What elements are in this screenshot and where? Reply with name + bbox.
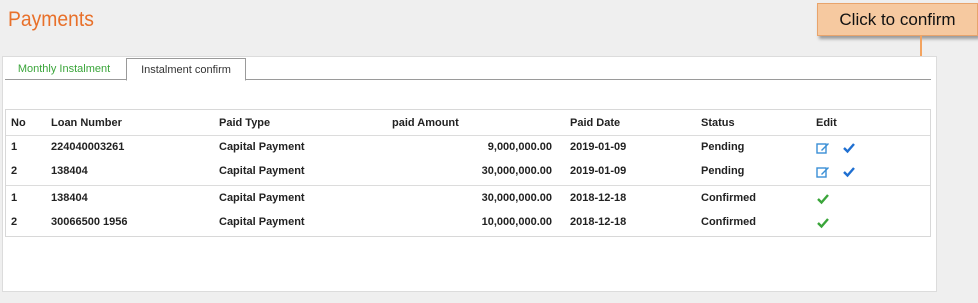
table-row: 1 224040003261 Capital Payment 9,000,000…	[6, 136, 930, 160]
edit-icon[interactable]	[816, 165, 830, 179]
cell-paid-amount: 9,000,000.00	[487, 141, 552, 153]
table-header-row: No Loan Number Paid Type paid Amount Pai…	[6, 110, 930, 134]
cell-status: Pending	[701, 165, 745, 177]
cell-no: 2	[11, 216, 18, 228]
cell-paid-date: 2019-01-09	[570, 165, 627, 177]
cell-paid-date: 2019-01-09	[570, 141, 627, 153]
confirm-check-icon[interactable]	[842, 141, 856, 155]
cell-loan-number: 138404	[51, 165, 88, 177]
cell-paid-type: Capital Payment	[219, 216, 305, 228]
table-row: 2 138404 Capital Payment 30,000,000.00 2…	[6, 160, 930, 184]
header-status: Status	[701, 117, 735, 129]
row-divider	[6, 185, 930, 186]
cell-no: 2	[11, 165, 18, 177]
table-row: 2 30066500 1956 Capital Payment 10,000,0…	[6, 211, 930, 235]
cell-loan-number: 30066500 1956	[51, 216, 128, 228]
tab-monthly-instalment[interactable]: Monthly Instalment	[8, 58, 120, 79]
cell-loan-number: 224040003261	[51, 141, 125, 153]
tab-instalment-confirm[interactable]: Instalment confirm	[126, 58, 246, 81]
table-row: 1 138404 Capital Payment 30,000,000.00 2…	[6, 187, 930, 211]
cell-paid-date: 2018-12-18	[570, 192, 627, 204]
cell-loan-number: 138404	[51, 192, 88, 204]
page-title: Payments	[8, 8, 94, 31]
confirm-callout: Click to confirm	[817, 3, 978, 36]
cell-paid-amount: 30,000,000.00	[481, 192, 552, 204]
cell-status: Confirmed	[701, 192, 756, 204]
edit-icon[interactable]	[816, 141, 830, 155]
header-loan-number: Loan Number	[51, 117, 122, 129]
header-edit: Edit	[816, 117, 837, 129]
confirmed-check-icon	[817, 218, 829, 229]
header-paid-date: Paid Date	[570, 117, 621, 129]
header-no: No	[11, 117, 26, 129]
cell-status: Pending	[701, 141, 745, 153]
cell-paid-type: Capital Payment	[219, 165, 305, 177]
cell-paid-date: 2018-12-18	[570, 216, 627, 228]
header-paid-amount: paid Amount	[392, 117, 459, 129]
cell-paid-amount: 30,000,000.00	[481, 165, 552, 177]
cell-status: Confirmed	[701, 216, 756, 228]
cell-paid-type: Capital Payment	[219, 141, 305, 153]
cell-paid-amount: 10,000,000.00	[481, 216, 552, 228]
confirmed-check-icon	[817, 194, 829, 205]
cell-no: 1	[11, 192, 18, 204]
payments-table: No Loan Number Paid Type paid Amount Pai…	[5, 109, 931, 237]
confirm-check-icon[interactable]	[842, 165, 856, 179]
header-paid-type: Paid Type	[219, 117, 271, 129]
cell-no: 1	[11, 141, 18, 153]
cell-paid-type: Capital Payment	[219, 192, 305, 204]
